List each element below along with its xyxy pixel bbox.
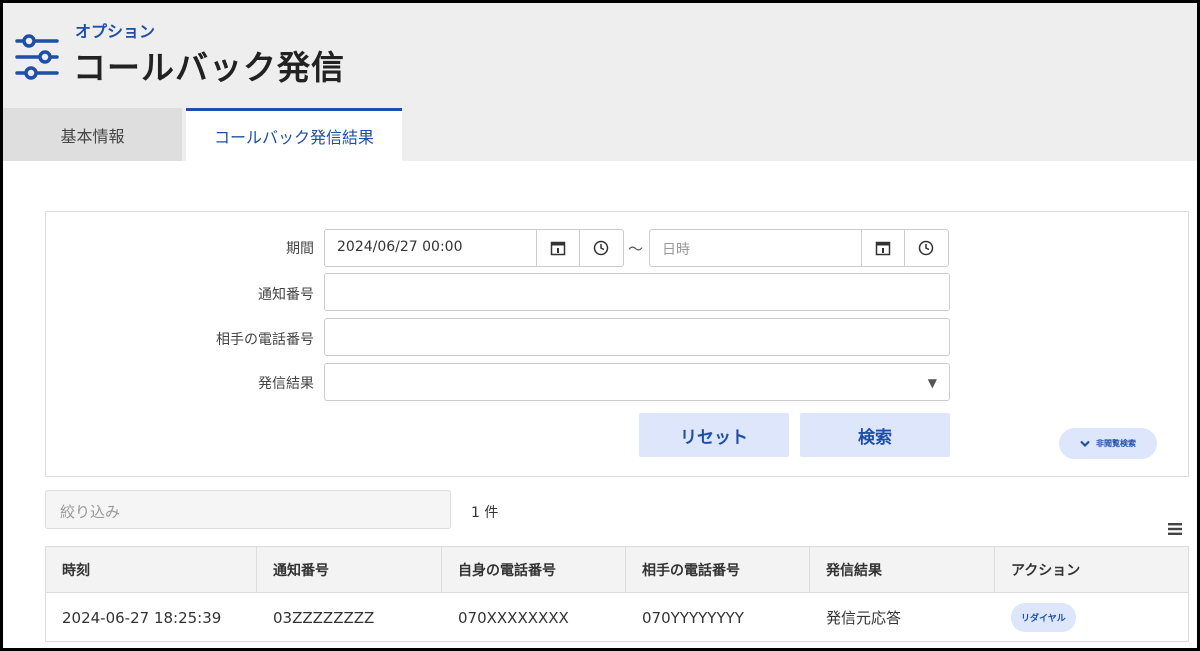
app-frame: オプション コールバック発信 基本情報 コールバック発信結果 期間 2024/0… — [0, 0, 1200, 651]
period-to-placeholder: 日時 — [662, 242, 690, 258]
clock-icon — [918, 240, 934, 256]
cell-action: リダイヤル — [995, 593, 1190, 642]
tab-basic-info[interactable]: 基本情報 — [3, 108, 182, 161]
partner-phone-input[interactable] — [324, 318, 950, 356]
cell-partner-phone: 070YYYYYYYY — [642, 608, 744, 627]
calendar-button-from[interactable] — [536, 230, 579, 266]
calendar-icon — [550, 241, 566, 256]
caret-down-icon: ▼ — [927, 376, 937, 390]
period-from-field[interactable]: 2024/06/27 00:00 — [324, 229, 624, 267]
reset-button[interactable]: リセット — [639, 413, 789, 457]
sliders-icon — [15, 34, 59, 80]
column-header-action: アクション — [1011, 563, 1081, 579]
calendar-button-to[interactable] — [861, 230, 904, 266]
cell-result: 発信元応答 — [826, 609, 902, 627]
column-header-own-phone[interactable]: 自身の電話番号 — [442, 547, 626, 593]
clock-button-to[interactable] — [904, 230, 947, 266]
advanced-search-label: 非閲覧検索 — [1096, 439, 1136, 448]
tab-callback-result[interactable]: コールバック発信結果 — [186, 108, 402, 161]
calendar-icon — [875, 241, 891, 256]
clock-button-from[interactable] — [579, 230, 622, 266]
cell-own-phone: 070XXXXXXXX — [458, 608, 569, 627]
result-table: 時刻 通知番号 自身の電話番号 相手の電話番号 発信結果 アクション 2024-… — [45, 546, 1189, 642]
page-title: コールバック発信 — [73, 48, 345, 87]
advanced-search-toggle[interactable]: 非閲覧検索 — [1059, 428, 1157, 459]
cell-notification-number: 03ZZZZZZZZ — [273, 608, 375, 627]
notification-number-label: 通知番号 — [258, 287, 314, 303]
redial-button[interactable]: リダイヤル — [1011, 603, 1076, 632]
filter-placeholder: 絞り込み — [60, 503, 121, 521]
column-header-time[interactable]: 時刻 — [46, 547, 257, 593]
partner-phone-label: 相手の電話番号 — [216, 332, 314, 348]
period-separator: ～ — [628, 240, 644, 258]
notification-number-input[interactable] — [324, 273, 950, 311]
result-count: 1 件 — [471, 505, 499, 521]
table-header: 時刻 通知番号 自身の電話番号 相手の電話番号 発信結果 アクション — [46, 547, 1188, 593]
search-panel: 期間 2024/06/27 00:00 ～ 日時 通知番号 相手の電話番号 発信… — [45, 211, 1189, 477]
period-to-field[interactable]: 日時 — [649, 229, 949, 267]
search-button[interactable]: 検索 — [800, 413, 950, 457]
period-from-value: 2024/06/27 00:00 — [337, 239, 463, 255]
cell-time: 2024-06-27 18:25:39 — [62, 608, 222, 627]
page-header: オプション コールバック発信 — [3, 3, 1197, 161]
page-subtitle: オプション — [75, 22, 156, 41]
filter-input[interactable]: 絞り込み — [45, 490, 451, 529]
menu-icon[interactable] — [1167, 521, 1183, 537]
clock-icon — [593, 240, 609, 256]
column-header-partner-phone[interactable]: 相手の電話番号 — [626, 547, 810, 593]
chevron-down-icon — [1080, 440, 1090, 447]
column-header-notification-number[interactable]: 通知番号 — [257, 547, 442, 593]
period-label: 期間 — [286, 241, 314, 257]
column-header-result[interactable]: 発信結果 — [810, 547, 995, 593]
call-result-label: 発信結果 — [258, 376, 314, 392]
call-result-select[interactable]: ▼ — [324, 363, 950, 401]
